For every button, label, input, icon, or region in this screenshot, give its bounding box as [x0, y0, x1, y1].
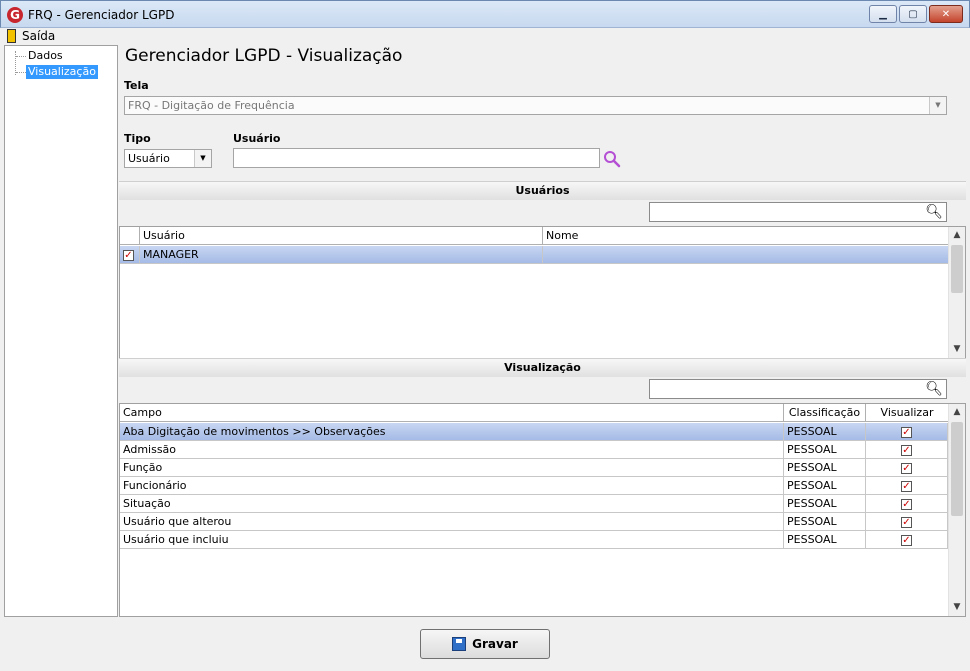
minimize-icon[interactable]: ▁: [869, 5, 897, 23]
checkbox-checked[interactable]: ✓: [901, 481, 912, 492]
row-visualizar-cell[interactable]: ✓: [866, 459, 948, 476]
row-classificacao-cell: PESSOAL: [784, 531, 866, 548]
users-scrollbar[interactable]: ▲ ▼: [948, 227, 965, 358]
chevron-down-icon[interactable]: ▼: [194, 150, 211, 167]
row-visualizar-cell[interactable]: ✓: [866, 477, 948, 494]
exit-door-icon: [7, 29, 16, 43]
usuario-input[interactable]: [233, 148, 600, 168]
visualizacao-table: Campo Classificação Visualizar Aba Digit…: [119, 403, 966, 617]
scroll-down-icon[interactable]: ▼: [949, 341, 965, 358]
row-visualizar-cell[interactable]: ✓: [866, 423, 948, 440]
app-logo-icon: G: [7, 7, 23, 23]
visualizacao-search-input[interactable]: 🔍︎: [649, 379, 947, 399]
scroll-thumb[interactable]: [951, 422, 963, 516]
visualizacao-scrollbar[interactable]: ▲ ▼: [948, 404, 965, 616]
row-visualizar-cell[interactable]: ✓: [866, 531, 948, 548]
row-visualizar-cell[interactable]: ✓: [866, 495, 948, 512]
table-row[interactable]: Usuário que alterou PESSOAL ✓: [120, 513, 948, 531]
tree-item-dados[interactable]: Dados: [26, 49, 65, 63]
row-campo-cell: Usuário que alterou: [120, 513, 784, 530]
row-check-cell[interactable]: ✓: [120, 246, 140, 263]
row-campo-cell: Funcionário: [120, 477, 784, 494]
floppy-disk-icon: [452, 637, 467, 651]
row-campo-cell: Situação: [120, 495, 784, 512]
row-usuario-cell: MANAGER: [140, 246, 543, 263]
tipo-select-value: Usuário: [128, 152, 170, 165]
scroll-up-icon[interactable]: ▲: [949, 404, 965, 421]
users-column-usuario[interactable]: Usuário: [140, 227, 543, 244]
checkbox-checked[interactable]: ✓: [901, 427, 912, 438]
users-column-nome[interactable]: Nome: [543, 227, 949, 244]
row-campo-cell: Aba Digitação de movimentos >> Observaçõ…: [120, 423, 784, 440]
row-nome-cell: [543, 246, 949, 263]
search-icon[interactable]: 🔍︎: [925, 381, 943, 397]
save-button-label: Gravar: [472, 637, 518, 651]
chevron-down-icon[interactable]: ▼: [929, 97, 946, 114]
row-classificacao-cell: PESSOAL: [784, 441, 866, 458]
table-row[interactable]: Aba Digitação de movimentos >> Observaçõ…: [120, 423, 948, 441]
row-visualizar-cell[interactable]: ✓: [866, 513, 948, 530]
menu-bar: Saída: [1, 28, 969, 45]
table-row[interactable]: Admissão PESSOAL ✓: [120, 441, 948, 459]
tipo-select[interactable]: Usuário ▼: [124, 149, 212, 168]
table-row[interactable]: Funcionário PESSOAL ✓: [120, 477, 948, 495]
row-campo-cell: Função: [120, 459, 784, 476]
tree-branch: [16, 56, 26, 57]
save-button[interactable]: Gravar: [420, 629, 550, 659]
users-section-header: Usuários: [119, 181, 966, 200]
users-check-column-header: [120, 227, 140, 244]
scroll-thumb[interactable]: [951, 245, 963, 293]
users-table: Usuário Nome ✓ MANAGER ▲ ▼: [119, 226, 966, 359]
search-icon[interactable]: [603, 150, 621, 168]
tela-select-value: FRQ - Digitação de Frequência: [128, 99, 295, 112]
checkbox-checked[interactable]: ✓: [901, 535, 912, 546]
maximize-icon[interactable]: ▢: [899, 5, 927, 23]
users-search-input[interactable]: 🔍︎: [649, 202, 947, 222]
table-row[interactable]: ✓ MANAGER: [120, 246, 949, 264]
visualizacao-section-header: Visualização: [119, 358, 966, 377]
users-table-header: Usuário Nome: [120, 227, 949, 245]
checkbox-checked[interactable]: ✓: [901, 445, 912, 456]
table-row[interactable]: Usuário que incluiu PESSOAL ✓: [120, 531, 948, 549]
tela-label: Tela: [124, 79, 149, 92]
table-row[interactable]: Situação PESSOAL ✓: [120, 495, 948, 513]
row-campo-cell: Usuário que incluiu: [120, 531, 784, 548]
window-title: FRQ - Gerenciador LGPD: [28, 8, 175, 22]
tipo-label: Tipo: [124, 132, 151, 145]
scroll-up-icon[interactable]: ▲: [949, 227, 965, 244]
search-icon[interactable]: 🔍︎: [925, 204, 943, 220]
page-title: Gerenciador LGPD - Visualização: [125, 46, 403, 66]
title-bar: G FRQ - Gerenciador LGPD ▁ ▢ ✕: [0, 0, 970, 28]
row-classificacao-cell: PESSOAL: [784, 513, 866, 530]
tree-branch: [16, 72, 26, 73]
column-classificacao[interactable]: Classificação: [784, 404, 866, 421]
row-classificacao-cell: PESSOAL: [784, 477, 866, 494]
tela-select[interactable]: FRQ - Digitação de Frequência ▼: [124, 96, 947, 115]
checkbox-checked[interactable]: ✓: [901, 463, 912, 474]
menu-item-exit[interactable]: Saída: [22, 29, 55, 43]
visualizacao-table-header: Campo Classificação Visualizar: [120, 404, 948, 422]
checkbox-checked[interactable]: ✓: [901, 517, 912, 528]
tree-item-visualizacao[interactable]: Visualização: [26, 65, 98, 79]
column-visualizar[interactable]: Visualizar: [866, 404, 948, 421]
column-campo[interactable]: Campo: [120, 404, 784, 421]
checkbox-checked[interactable]: ✓: [901, 499, 912, 510]
usuario-label: Usuário: [233, 132, 281, 145]
checkbox-checked[interactable]: ✓: [123, 250, 134, 261]
row-classificacao-cell: PESSOAL: [784, 459, 866, 476]
navigation-tree: Dados Visualização: [4, 45, 118, 617]
row-visualizar-cell[interactable]: ✓: [866, 441, 948, 458]
window-controls: ▁ ▢ ✕: [869, 5, 963, 23]
row-classificacao-cell: PESSOAL: [784, 495, 866, 512]
table-row[interactable]: Função PESSOAL ✓: [120, 459, 948, 477]
close-icon[interactable]: ✕: [929, 5, 963, 23]
row-classificacao-cell: PESSOAL: [784, 423, 866, 440]
scroll-down-icon[interactable]: ▼: [949, 599, 965, 616]
row-campo-cell: Admissão: [120, 441, 784, 458]
